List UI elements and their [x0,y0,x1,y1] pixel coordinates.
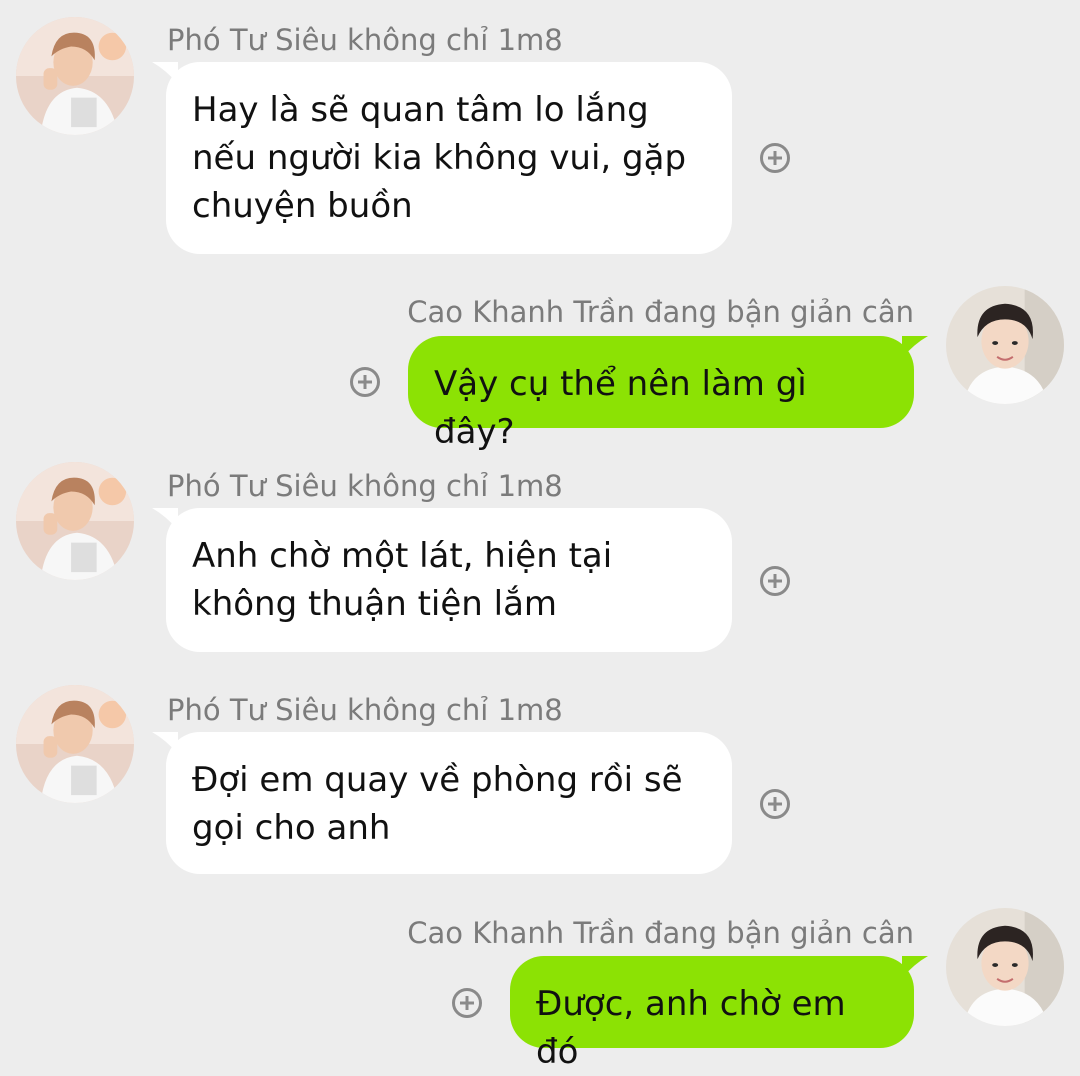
add-reaction-icon[interactable] [760,789,790,819]
avatar-photo-icon[interactable] [946,908,1064,1026]
add-reaction-icon[interactable] [350,367,380,397]
sender-name: Phó Tư Siêu không chỉ 1m8 [167,469,563,503]
message-bubble[interactable]: Được, anh chờ em đó [510,956,928,1072]
message-bubble[interactable]: Đợi em quay về phòng rồi sẽ gọi cho anh [152,732,732,874]
sender-name: Cao Khanh Trần đang bận giản cân [407,295,914,329]
bubble-tail [902,956,928,978]
add-reaction-icon[interactable] [760,143,790,173]
avatar-photo-icon[interactable] [946,286,1064,404]
message-text: Được, anh chờ em đó [536,984,846,1072]
bubble-tail [902,336,928,358]
add-reaction-icon[interactable] [452,988,482,1018]
message-bubble[interactable]: Hay là sẽ quan tâm lo lắng nếu người kia… [152,62,732,254]
message-text: Đợi em quay về phòng rồi sẽ gọi cho anh [192,760,683,848]
avatar-photo-icon[interactable] [16,462,134,580]
sender-name: Phó Tư Siêu không chỉ 1m8 [167,693,563,727]
sender-name: Phó Tư Siêu không chỉ 1m8 [167,23,563,57]
sender-name: Cao Khanh Trần đang bận giản cân [407,916,914,950]
message-text: Vậy cụ thể nên làm gì đây? [434,364,807,452]
message-bubble[interactable]: Anh chờ một lát, hiện tại không thuận ti… [152,508,732,652]
avatar-photo-icon[interactable] [16,17,134,135]
message-bubble[interactable]: Vậy cụ thể nên làm gì đây? [408,336,928,452]
bubble-tail [152,62,178,84]
bubble-tail [152,732,178,754]
message-text: Anh chờ một lát, hiện tại không thuận ti… [192,536,613,624]
bubble-tail [152,508,178,530]
add-reaction-icon[interactable] [760,566,790,596]
message-text: Hay là sẽ quan tâm lo lắng nếu người kia… [192,90,687,226]
avatar-photo-icon[interactable] [16,685,134,803]
